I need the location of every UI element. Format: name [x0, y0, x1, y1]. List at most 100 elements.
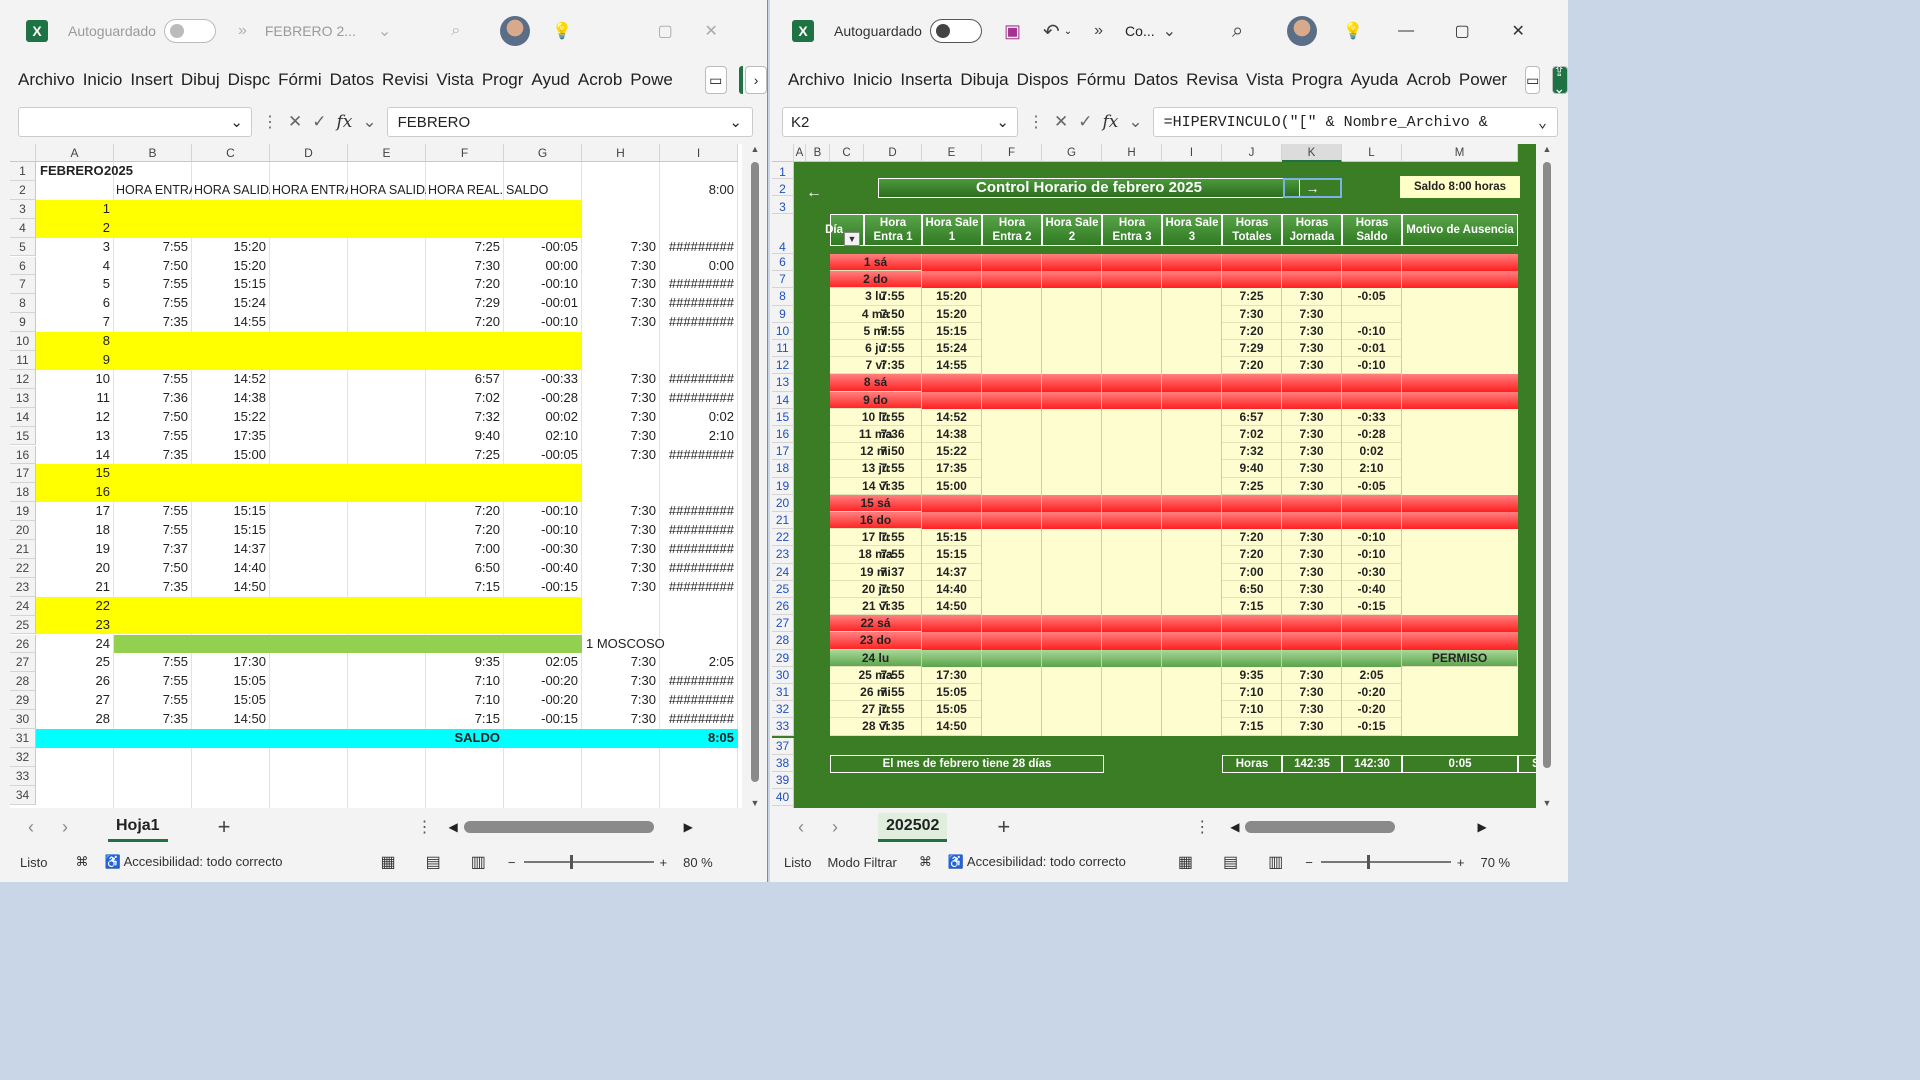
- cell[interactable]: 14:37: [192, 540, 270, 559]
- column-header[interactable]: C: [192, 144, 270, 162]
- cell[interactable]: 7:36: [864, 426, 922, 444]
- cell[interactable]: -00:05: [504, 238, 582, 257]
- cell[interactable]: 23 do: [830, 632, 922, 650]
- cell[interactable]: 7:30: [582, 559, 660, 578]
- cell[interactable]: 7:55: [114, 653, 192, 672]
- add-sheet-icon[interactable]: +: [997, 814, 1010, 840]
- cell[interactable]: -00:28: [504, 389, 582, 408]
- row-header[interactable]: 33: [772, 718, 794, 736]
- cell[interactable]: 7:20: [1222, 322, 1282, 340]
- zoom-in-icon[interactable]: +: [660, 855, 668, 870]
- cell[interactable]: 7:20: [1222, 546, 1282, 564]
- row-header[interactable]: 40: [772, 788, 794, 806]
- cell[interactable]: #########: [660, 672, 738, 691]
- add-sheet-icon[interactable]: +: [218, 814, 231, 840]
- vertical-scrollbar[interactable]: ▲ ▼: [1540, 144, 1554, 808]
- cell[interactable]: 7:55: [864, 408, 922, 426]
- cell[interactable]: -00:10: [504, 502, 582, 521]
- hours-target[interactable]: 8:00: [660, 181, 738, 200]
- cell[interactable]: 14:50: [922, 718, 982, 736]
- cell[interactable]: 7: [36, 313, 114, 332]
- zoom-slider[interactable]: [523, 855, 654, 869]
- column-header[interactable]: K: [1282, 144, 1342, 162]
- cell[interactable]: 25: [36, 653, 114, 672]
- column-title[interactable]: HORA SALIDA: [192, 181, 270, 200]
- search-icon[interactable]: ⌕: [451, 22, 460, 40]
- search-icon[interactable]: ⌕: [1232, 20, 1243, 43]
- cell[interactable]: 02:10: [504, 427, 582, 446]
- cell[interactable]: 7:30: [1282, 529, 1342, 547]
- ribbon-tab-progra[interactable]: Progra: [1292, 70, 1343, 90]
- row-header[interactable]: 22: [10, 558, 36, 578]
- cell[interactable]: #########: [660, 313, 738, 332]
- cell[interactable]: 7:30: [582, 238, 660, 257]
- cell[interactable]: 14:38: [192, 389, 270, 408]
- ribbon-tab-acrob[interactable]: Acrob: [578, 70, 622, 90]
- cell[interactable]: 7:30: [1282, 322, 1342, 340]
- cell[interactable]: 7:30: [1282, 684, 1342, 702]
- row-header[interactable]: 9: [10, 313, 36, 333]
- cell[interactable]: 2:05: [660, 653, 738, 672]
- cell[interactable]: #########: [660, 710, 738, 729]
- cell[interactable]: -00:40: [504, 559, 582, 578]
- camera-icon[interactable]: ⌘: [75, 854, 88, 870]
- cell[interactable]: 7:30: [582, 691, 660, 710]
- row-header[interactable]: 1: [772, 162, 794, 179]
- cell[interactable]: 9:40: [1222, 460, 1282, 478]
- chevron-down-icon[interactable]: ⌄: [1064, 26, 1072, 37]
- camera-icon[interactable]: ⌘: [919, 854, 932, 870]
- more-options-icon[interactable]: ⋮: [262, 112, 278, 132]
- cell[interactable]: 00:02: [504, 408, 582, 427]
- row-header[interactable]: 8: [10, 294, 36, 314]
- row-header[interactable]: 13: [772, 374, 794, 392]
- cell[interactable]: 7:55: [114, 502, 192, 521]
- cell[interactable]: 7:02: [426, 389, 504, 408]
- row-header[interactable]: 33: [10, 766, 36, 786]
- cell[interactable]: 7:55: [864, 546, 922, 564]
- cell[interactable]: 7:10: [426, 691, 504, 710]
- cell[interactable]: 15:20: [192, 238, 270, 257]
- cell[interactable]: 7:30: [582, 521, 660, 540]
- cell[interactable]: 19: [36, 540, 114, 559]
- row-header[interactable]: 23: [772, 546, 794, 564]
- column-header[interactable]: G: [1042, 144, 1102, 162]
- cell[interactable]: 1 sá: [830, 254, 922, 272]
- more-options-icon[interactable]: ⋮: [1028, 112, 1044, 132]
- cell[interactable]: 7:35: [114, 710, 192, 729]
- row-header[interactable]: 14: [10, 407, 36, 427]
- row-header[interactable]: 16: [772, 426, 794, 444]
- cell[interactable]: 7:10: [1222, 701, 1282, 719]
- cell[interactable]: 15:05: [192, 691, 270, 710]
- column-header[interactable]: B: [114, 144, 192, 162]
- scroll-thumb[interactable]: [1543, 162, 1551, 768]
- comments-button[interactable]: ▭: [704, 66, 727, 94]
- cell[interactable]: 7:50: [864, 443, 922, 461]
- cell[interactable]: 7:55: [114, 370, 192, 389]
- column-header[interactable]: C: [830, 144, 864, 162]
- ribbon-more-button[interactable]: ›: [745, 66, 767, 94]
- chevron-down-icon[interactable]: ⌄: [996, 113, 1009, 131]
- cell[interactable]: -0:40: [1342, 580, 1402, 598]
- cell[interactable]: 7:32: [1222, 443, 1282, 461]
- ribbon-tab-fórmi[interactable]: Fórmi: [278, 70, 321, 90]
- cell[interactable]: 00:00: [504, 257, 582, 276]
- cell[interactable]: 7:37: [114, 540, 192, 559]
- ribbon-tab-ayud[interactable]: Ayud: [531, 70, 569, 90]
- cell[interactable]: 7:15: [426, 578, 504, 597]
- cell[interactable]: 7:30: [426, 257, 504, 276]
- cell[interactable]: 6:57: [1222, 408, 1282, 426]
- cancel-icon[interactable]: ✕: [1054, 112, 1068, 132]
- expand-icon[interactable]: ⌄: [1538, 113, 1547, 132]
- row-header[interactable]: 30: [772, 666, 794, 684]
- cell[interactable]: 7:37: [864, 563, 922, 581]
- cell[interactable]: 7:35: [864, 477, 922, 495]
- cell[interactable]: 14:37: [922, 563, 982, 581]
- comments-button[interactable]: ▭: [1525, 66, 1541, 94]
- cell[interactable]: #########: [660, 691, 738, 710]
- row-header[interactable]: 13: [10, 388, 36, 408]
- row-header[interactable]: 8: [772, 288, 794, 306]
- column-header[interactable]: E: [348, 144, 426, 162]
- ribbon-tab-acrob[interactable]: Acrob: [1406, 70, 1450, 90]
- cell[interactable]: 0:02: [1342, 443, 1402, 461]
- cell[interactable]: 17:35: [922, 460, 982, 478]
